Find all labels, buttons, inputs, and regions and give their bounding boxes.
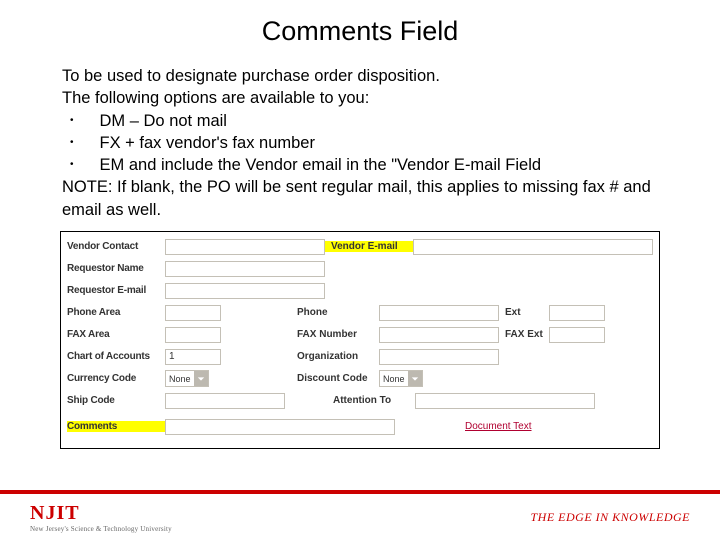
phone-field[interactable]: [379, 305, 499, 321]
page-title: Comments Field: [40, 16, 680, 47]
label-ext: Ext: [499, 307, 549, 318]
intro-line-2: The following options are available to y…: [62, 87, 658, 109]
label-fax-area: FAX Area: [67, 329, 165, 340]
brand-block: NJIT New Jersey's Science & Technology U…: [30, 502, 172, 533]
fax-ext-field[interactable]: [549, 327, 605, 343]
discount-select[interactable]: None: [379, 370, 423, 387]
label-requestor-email: Requestor E-mail: [67, 285, 165, 296]
vendor-email-field[interactable]: [413, 239, 653, 255]
label-currency: Currency Code: [67, 373, 165, 384]
chevron-down-icon: [194, 371, 208, 386]
phone-area-field[interactable]: [165, 305, 221, 321]
fax-number-field[interactable]: [379, 327, 499, 343]
fax-area-field[interactable]: [165, 327, 221, 343]
label-phone: Phone: [291, 307, 379, 318]
label-organization: Organization: [291, 351, 379, 362]
bullet-dot: •: [70, 132, 74, 154]
requestor-email-field[interactable]: [165, 283, 325, 299]
label-requestor-name: Requestor Name: [67, 263, 165, 274]
organization-field[interactable]: [379, 349, 499, 365]
bullet-dot: •: [70, 110, 74, 132]
footer-tagline: THE EDGE IN KNOWLEDGE: [531, 510, 691, 525]
slide-body: Comments Field To be used to designate p…: [0, 0, 720, 449]
bullet-2: FX + fax vendor's fax number: [100, 132, 315, 154]
label-fax-ext: FAX Ext: [499, 329, 549, 340]
intro-line-1: To be used to designate purchase order d…: [62, 65, 658, 87]
requestor-name-field[interactable]: [165, 261, 325, 277]
coa-field[interactable]: 1: [165, 349, 221, 365]
njit-logo: NJIT: [30, 502, 172, 525]
comments-field[interactable]: [165, 419, 395, 435]
attention-field[interactable]: [415, 393, 595, 409]
label-attention: Attention To: [327, 395, 415, 406]
currency-select[interactable]: None: [165, 370, 209, 387]
vendor-contact-field[interactable]: [165, 239, 325, 255]
label-ship: Ship Code: [67, 395, 165, 406]
bullet-1: DM – Do not mail: [100, 110, 227, 132]
form-screenshot: Vendor Contact Vendor E-mail Requestor N…: [60, 231, 660, 449]
intro-note: NOTE: If blank, the PO will be sent regu…: [62, 176, 658, 221]
label-vendor-contact: Vendor Contact: [67, 241, 165, 252]
currency-value: None: [169, 374, 191, 384]
label-discount: Discount Code: [291, 373, 379, 384]
label-comments: Comments: [67, 421, 165, 432]
ext-field[interactable]: [549, 305, 605, 321]
bullet-dot: •: [70, 154, 74, 176]
label-coa: Chart of Accounts: [67, 351, 165, 362]
njit-subtitle: New Jersey's Science & Technology Univer…: [30, 525, 172, 533]
label-phone-area: Phone Area: [67, 307, 165, 318]
intro-text: To be used to designate purchase order d…: [40, 65, 680, 221]
slide-footer: NJIT New Jersey's Science & Technology U…: [0, 490, 720, 540]
discount-value: None: [383, 374, 405, 384]
label-fax-number: FAX Number: [291, 329, 379, 340]
form-panel: Vendor Contact Vendor E-mail Requestor N…: [61, 232, 659, 448]
bullet-3: EM and include the Vendor email in the "…: [100, 154, 542, 176]
document-text-link[interactable]: Document Text: [465, 421, 532, 432]
ship-field[interactable]: [165, 393, 285, 409]
chevron-down-icon: [408, 371, 422, 386]
label-vendor-email: Vendor E-mail: [325, 241, 413, 252]
